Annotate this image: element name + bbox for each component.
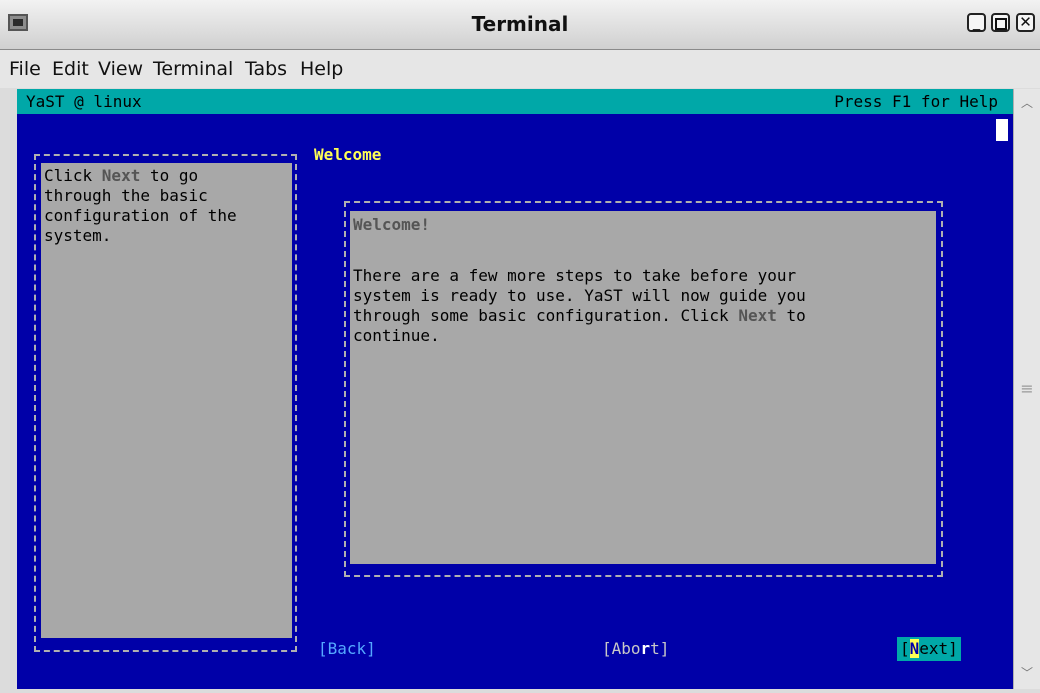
minimize-button[interactable]: _ <box>967 13 986 32</box>
help-text: Click Next to go through the basic confi… <box>44 166 237 245</box>
content-panel[interactable]: Welcome! There are a few more steps to t… <box>350 211 936 564</box>
terminal-area[interactable]: YaST @ linux Press F1 for Help Click Nex… <box>17 89 1013 689</box>
menu-terminal[interactable]: Terminal <box>153 58 233 80</box>
help-panel: Click Next to go through the basic confi… <box>41 163 292 638</box>
terminal-window: Terminal _ ✕ File Edit View Terminal Tab… <box>0 0 1040 693</box>
window-title: Terminal <box>471 12 569 36</box>
content-body: There are a few more steps to take befor… <box>353 266 806 345</box>
maximize-icon <box>994 18 1007 30</box>
help-hint: Press F1 for Help <box>834 92 998 111</box>
page-heading: Welcome <box>314 145 382 164</box>
menu-bar: File Edit View Terminal Tabs Help <box>0 50 1040 88</box>
content-next-hotkey: Next <box>738 306 777 325</box>
close-icon: ✕ <box>1019 13 1032 31</box>
terminal-cursor <box>996 119 1008 141</box>
scroll-down-icon[interactable]: ﹀ <box>1018 664 1036 680</box>
maximize-button[interactable] <box>991 13 1010 32</box>
yast-host-label: YaST @ linux <box>26 92 142 111</box>
next-button[interactable]: [Next] <box>897 637 961 661</box>
yast-status-bar: YaST @ linux Press F1 for Help <box>17 89 1013 114</box>
scroll-grip-icon[interactable]: ≡ <box>1020 379 1034 399</box>
abort-button[interactable]: [Abort] <box>602 639 669 658</box>
close-button[interactable]: ✕ <box>1016 13 1035 32</box>
menu-file[interactable]: File <box>9 58 41 80</box>
vertical-scrollbar[interactable]: ︿ ≡ ﹀ <box>1013 89 1040 689</box>
menu-tabs[interactable]: Tabs <box>245 58 287 80</box>
menu-edit[interactable]: Edit <box>52 58 89 80</box>
back-button[interactable]: [Back] <box>318 639 376 658</box>
abort-hotkey: r <box>640 639 651 658</box>
menu-view[interactable]: View <box>98 58 143 80</box>
content-title: Welcome! <box>353 215 431 234</box>
minimize-icon: _ <box>972 13 981 31</box>
help-next-hotkey: Next <box>101 166 141 185</box>
menu-help[interactable]: Help <box>300 58 343 80</box>
title-bar[interactable]: Terminal _ ✕ <box>0 0 1040 50</box>
next-hotkey: N <box>909 639 920 658</box>
scroll-up-icon[interactable]: ︿ <box>1018 94 1036 110</box>
